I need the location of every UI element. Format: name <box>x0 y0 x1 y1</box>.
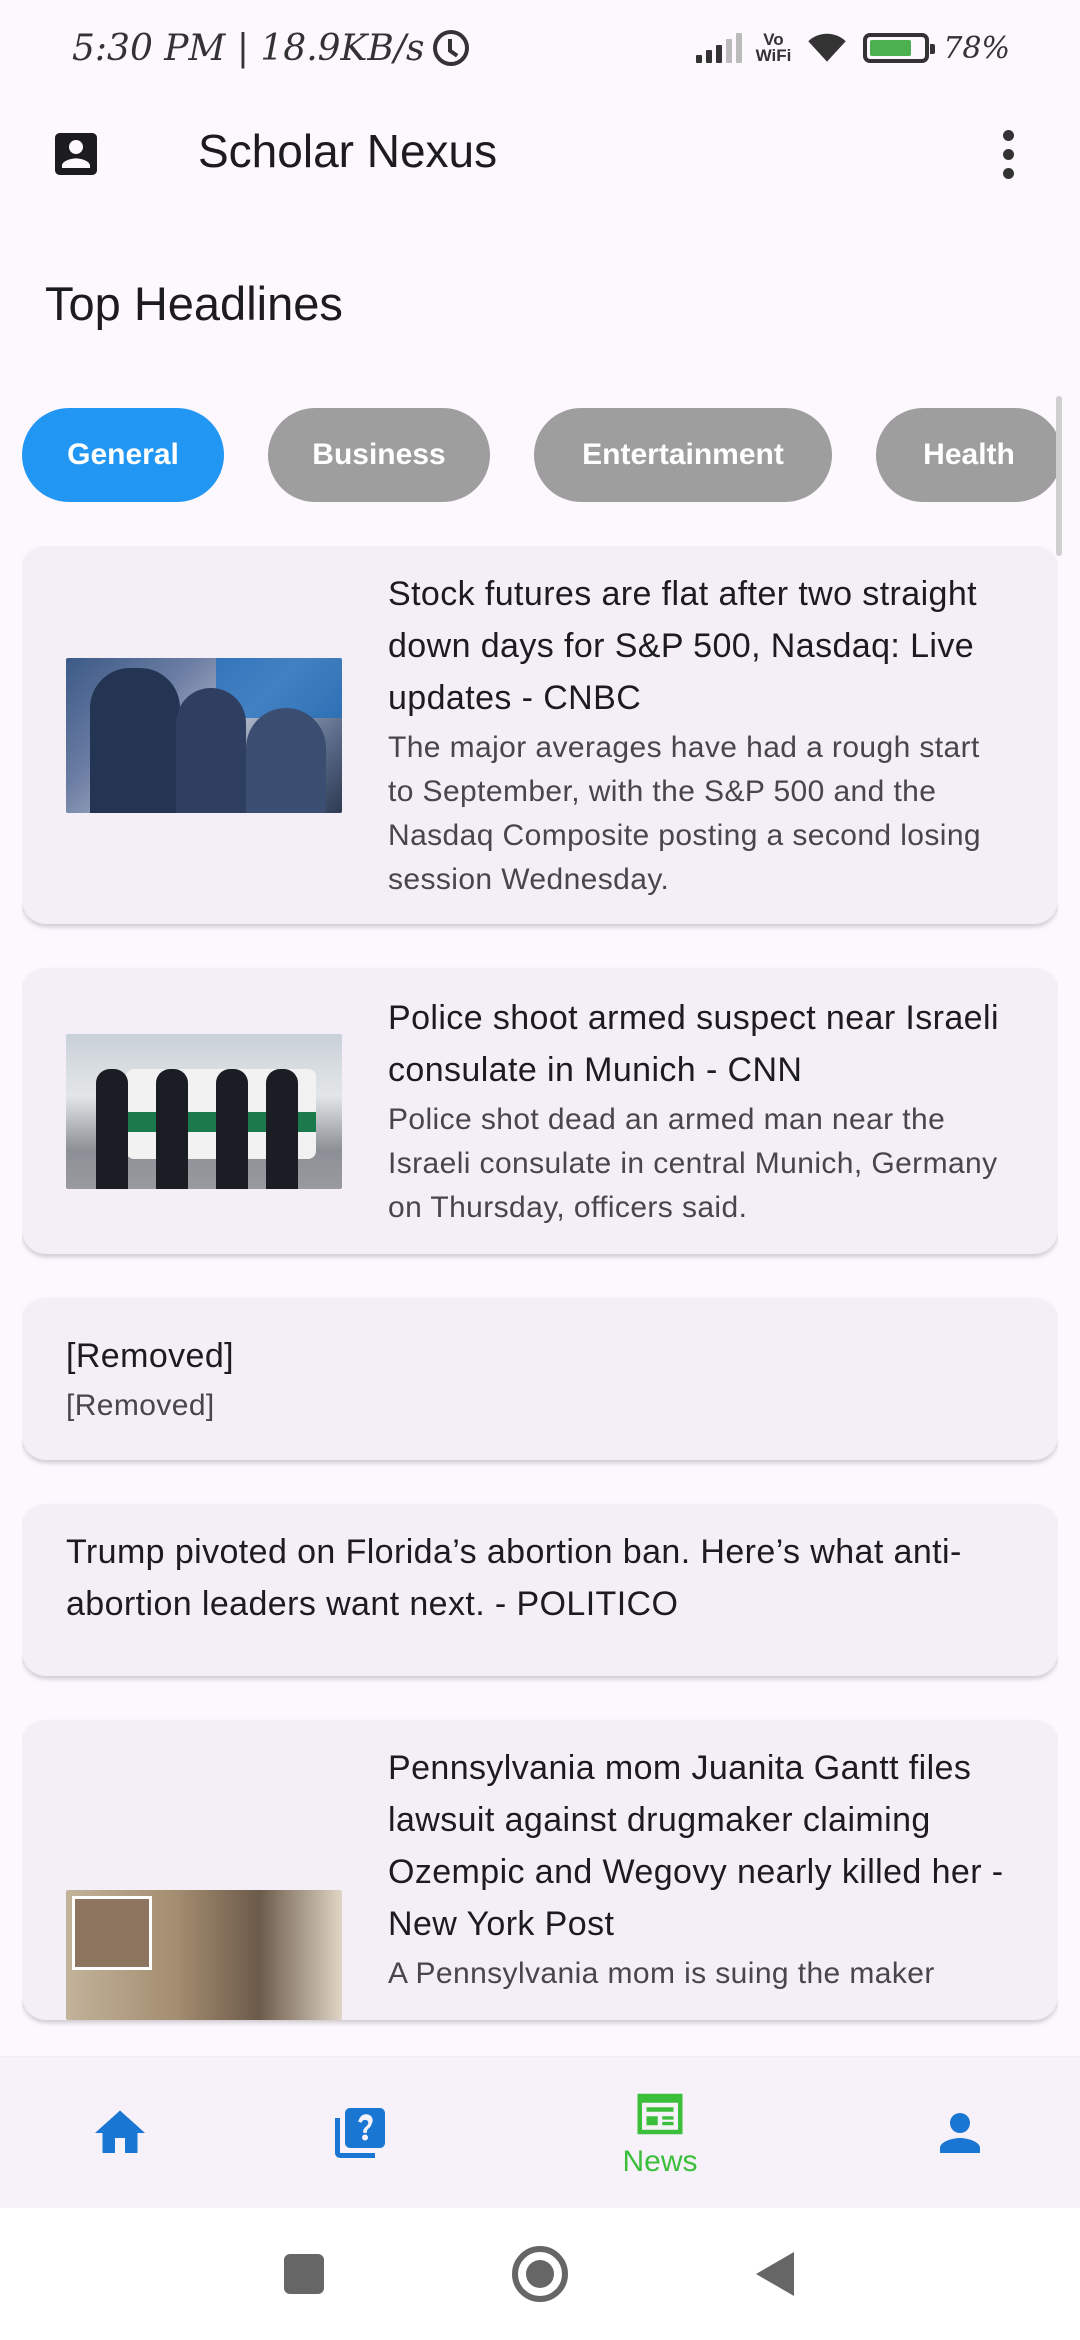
article-title: [Removed] <box>66 1337 235 1375</box>
newspaper-icon <box>637 2093 683 2135</box>
nav-quiz[interactable] <box>260 2057 460 2209</box>
article-description: A Pennsylvania mom is suing the maker <box>388 1957 935 1990</box>
quiz-icon <box>335 2108 385 2158</box>
status-time-speed: 5:30 PM | 18.9KB/s <box>72 27 425 69</box>
article-title: Stock futures are flat after two straigh… <box>388 575 977 717</box>
article-thumbnail <box>66 1033 342 1189</box>
more-vert-icon[interactable] <box>980 126 1036 182</box>
app-bar: Scholar Nexus <box>0 96 1080 212</box>
article-description: [Removed] <box>66 1389 215 1422</box>
chip-entertainment[interactable]: Entertainment <box>534 408 832 502</box>
article-card[interactable]: Trump pivoted on Florida’s abortion ban.… <box>22 1504 1058 1676</box>
article-title: Pennsylvania mom Juanita Gantt files law… <box>388 1749 1004 1943</box>
home-circle-icon[interactable] <box>512 2246 568 2302</box>
article-title: Police shoot armed suspect near Israeli … <box>388 999 999 1089</box>
battery-percent: 78% <box>943 30 1010 66</box>
article-card[interactable]: Stock futures are flat after two straigh… <box>22 546 1058 924</box>
scrollbar[interactable] <box>1056 396 1062 556</box>
article-description: Police shot dead an armed man near the I… <box>388 1103 998 1224</box>
battery-icon <box>863 33 936 63</box>
category-chips: General Business Entertainment Health <box>22 408 1062 502</box>
cellular-signal-icon <box>695 33 742 63</box>
article-card[interactable]: Police shoot armed suspect near Israeli … <box>22 968 1058 1254</box>
section-title: Top Headlines <box>45 277 343 330</box>
app-title: Scholar Nexus <box>198 125 498 177</box>
chip-business[interactable]: Business <box>268 408 490 502</box>
status-right: Vo WiFi 78% <box>695 30 1010 66</box>
status-left: 5:30 PM | 18.9KB/s <box>72 28 469 69</box>
vowifi-label: Vo WiFi <box>755 30 792 65</box>
back-icon[interactable] <box>756 2252 794 2296</box>
article-thumbnail <box>66 657 342 813</box>
bottom-navigation: News <box>0 2056 1080 2208</box>
article-description: The major averages have had a rough star… <box>388 731 982 896</box>
nav-home[interactable] <box>20 2057 220 2209</box>
nav-news-label: News <box>622 2145 698 2178</box>
article-thumbnail <box>66 1890 342 2020</box>
nav-profile[interactable] <box>860 2057 1060 2209</box>
alarm-icon <box>432 30 469 66</box>
status-bar: 5:30 PM | 18.9KB/s Vo WiFi 78% <box>0 0 1080 96</box>
article-title: Trump pivoted on Florida’s abortion ban.… <box>66 1533 962 1623</box>
chip-general[interactable]: General <box>22 408 224 502</box>
article-card[interactable]: Pennsylvania mom Juanita Gantt files law… <box>22 1720 1058 2020</box>
person-icon <box>940 2113 980 2153</box>
home-icon <box>95 2110 145 2153</box>
recents-icon[interactable] <box>284 2254 324 2294</box>
nav-news[interactable]: News <box>560 2057 760 2209</box>
wifi-icon <box>808 33 847 62</box>
system-navigation-bar <box>0 2208 1080 2340</box>
news-list[interactable]: Stock futures are flat after two straigh… <box>22 546 1058 2056</box>
chip-health[interactable]: Health <box>876 408 1062 502</box>
article-card[interactable]: [Removed] [Removed] <box>22 1298 1058 1460</box>
account-box-icon[interactable] <box>48 126 104 182</box>
